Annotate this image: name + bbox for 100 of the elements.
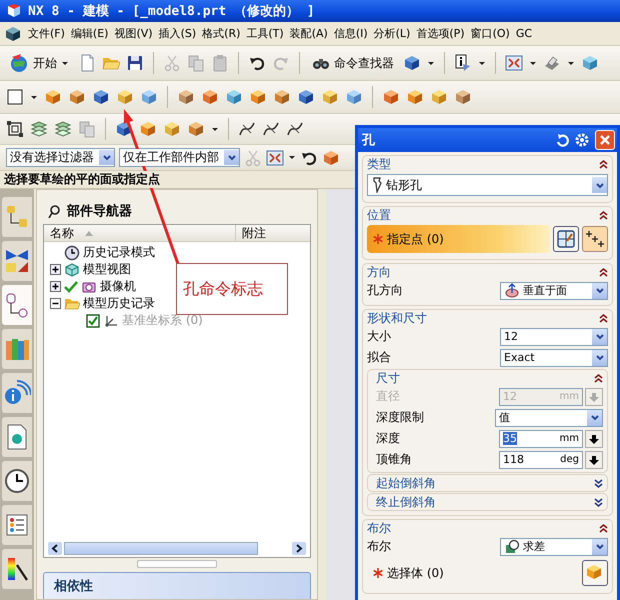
settings-icon[interactable] [575,133,589,147]
section-title[interactable]: 形状和尺寸 [367,310,427,326]
cube-icon[interactable] [249,88,267,106]
menu-item[interactable]: 首选项(P) [416,24,465,43]
command-finder-button[interactable]: 命令查找器 [309,52,397,74]
cube-icon[interactable] [68,88,86,106]
dropdown[interactable]: 值 [495,408,603,426]
cube-icon[interactable] [115,120,133,138]
selection-step[interactable]: 选择体 (0) [367,559,579,587]
minus-box-icon[interactable] [50,298,61,309]
section-title[interactable]: 方向 [367,264,391,280]
cube-icon[interactable] [201,88,219,106]
tree-item[interactable]: 历史记录模式 [83,244,155,261]
caret-icon[interactable] [30,94,38,100]
number-field[interactable]: 35 mm [499,430,583,448]
double-chevron-up-icon[interactable] [599,522,608,534]
cube-icon[interactable] [187,120,205,138]
inferred-point-button[interactable] [582,226,608,252]
cube-icon[interactable] [44,88,62,106]
section-title[interactable]: 类型 [367,156,391,172]
menu-item[interactable]: 信息(I) [334,24,368,43]
double-chevron-up-icon[interactable] [599,210,608,220]
curve-icon[interactable] [286,120,304,138]
layers-icon[interactable] [54,120,72,138]
filter-dropdown[interactable]: 没有选择过滤器 [6,148,115,167]
resource-tab[interactable] [2,549,32,589]
menu-item[interactable]: 分析(L) [374,24,410,43]
point-dialog-button[interactable] [553,226,579,252]
cube-icon[interactable] [273,88,291,106]
info-icon[interactable] [454,54,472,72]
menu-item[interactable]: GC [516,25,532,42]
scroll-right-icon[interactable] [292,542,306,554]
menu-item[interactable]: 装配(A) [290,24,328,43]
splitter-handle[interactable] [137,560,217,568]
cube-icon[interactable] [345,88,363,106]
plus-box-icon[interactable] [50,264,61,275]
cube-icon[interactable] [225,88,243,106]
cube-icon[interactable] [382,88,400,106]
scroll-left-icon[interactable] [48,542,62,554]
caret-icon[interactable] [211,126,219,132]
pin-icon[interactable] [47,204,61,218]
menu-item[interactable]: 编辑(E) [70,24,108,43]
tree-item[interactable]: 模型视图 [83,261,131,278]
app-menu-icon[interactable] [4,24,22,42]
double-chevron-down-icon[interactable] [594,478,603,488]
column-header[interactable]: 名称 [44,225,236,241]
plus-box-icon[interactable] [50,281,61,292]
tree-item[interactable]: 模型历史记录 [83,295,155,312]
cube-icon[interactable] [406,88,424,106]
cube-icon[interactable] [322,148,340,166]
cube-icon[interactable] [403,54,421,72]
cube-icon[interactable] [454,88,472,106]
cube-icon[interactable] [140,88,158,106]
close-button[interactable] [595,130,615,150]
curve-icon[interactable] [262,120,280,138]
type-dropdown[interactable]: 钻形孔 [367,174,608,196]
fit-view-icon[interactable] [266,148,284,166]
menu-arrow-button[interactable] [585,430,603,448]
menu-item[interactable]: 工具(T) [246,24,284,43]
clipboard-icon[interactable] [211,54,229,72]
column-header[interactable]: 附注 [242,224,266,242]
group-title[interactable]: 尺寸 [376,370,400,386]
cube-icon[interactable] [581,54,599,72]
cube-icon[interactable] [177,88,195,106]
filter-dropdown[interactable]: 仅在工作部件内部 [119,148,240,167]
scrollbar-thumb[interactable] [64,542,258,554]
section-title[interactable]: 位置 [367,206,391,224]
caret-icon[interactable] [288,154,296,161]
caret-icon[interactable] [529,60,537,66]
menu-arrow-button[interactable] [585,450,603,468]
double-chevron-up-icon[interactable] [599,158,608,170]
double-chevron-up-icon[interactable] [599,312,608,324]
double-chevron-up-icon[interactable] [594,372,603,384]
caret-icon[interactable] [567,60,575,66]
resource-tab[interactable] [2,461,32,501]
caret-icon[interactable] [427,60,435,66]
rectangle-icon[interactable] [6,88,24,106]
cube-icon[interactable] [139,120,157,138]
menu-item[interactable]: 视图(V) [114,24,153,43]
menu-item[interactable]: 文件(F) [28,24,65,43]
caret-icon[interactable] [478,60,486,66]
fit-view-icon[interactable] [505,54,523,72]
dropdown[interactable]: 12 [500,328,608,346]
tree-row[interactable]: 模型视图 [50,261,310,278]
menu-item[interactable]: 窗口(O) [470,24,510,43]
reset-icon[interactable] [555,133,569,147]
double-chevron-up-icon[interactable] [599,266,608,278]
dropdown[interactable]: Exact [500,348,608,366]
menu-item[interactable]: 格式(R) [202,24,240,43]
double-chevron-down-icon[interactable] [594,496,603,508]
layers-icon[interactable] [30,120,48,138]
selection-step[interactable]: 指定点 (0) [367,225,550,253]
frame-icon[interactable] [6,120,24,138]
cube-icon[interactable] [92,88,110,106]
start-button[interactable]: 开始 [6,51,72,75]
tree-item[interactable]: 摄像机 [100,278,136,295]
number-field[interactable]: 118 deg [499,450,583,468]
cube-icon[interactable] [297,88,315,106]
section-title[interactable]: 布尔 [367,520,391,536]
menu-item[interactable]: 插入(S) [158,24,196,43]
